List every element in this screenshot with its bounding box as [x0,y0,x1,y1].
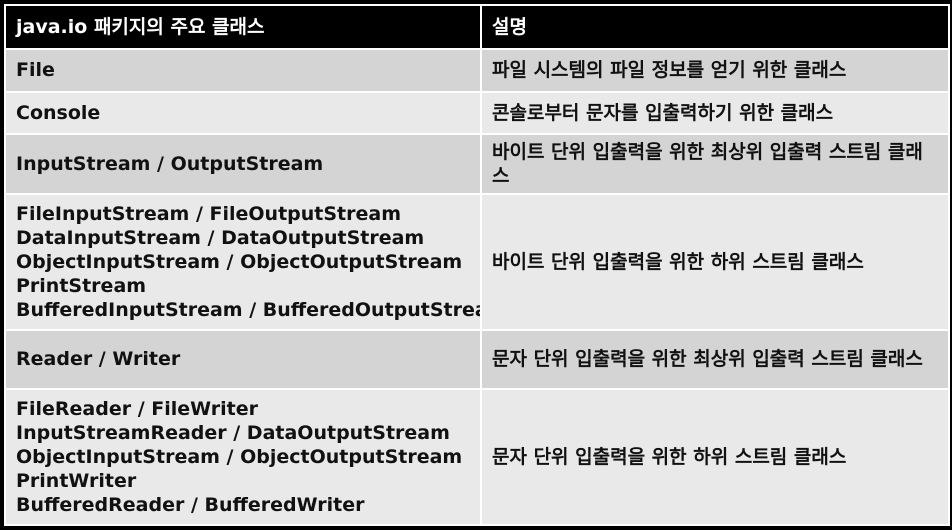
description-text: 문자 단위 입출력을 위한 하위 스트림 클래스 [492,446,847,469]
description-cell: 파일 시스템의 파일 정보를 얻기 위한 클래스 [480,48,950,93]
class-name: ObjectInputStream / ObjectOutputStream [16,446,463,469]
description-text: 바이트 단위 입출력을 위한 최상위 입출력 스트림 클래스 [492,140,923,187]
description-cell: 바이트 단위 입출력을 위한 하위 스트림 클래스 [480,192,950,331]
class-cell: InputStream / OutputStream [4,133,482,195]
table-header-row: java.io 패키지의 주요 클래스 설명 [4,4,950,50]
table-row: Console 콘솔로부터 문자를 입출력하기 위한 클래스 [4,90,950,136]
description-cell: 콘솔로부터 문자를 입출력하기 위한 클래스 [480,90,950,136]
class-name: File [16,59,55,82]
description-text: 문자 단위 입출력을 위한 최상위 입출력 스트림 클래스 [492,348,923,371]
header-classes: java.io 패키지의 주요 클래스 [4,4,482,50]
class-cell: FileInputStream / FileOutputStream DataI… [4,192,482,331]
class-name: Console [16,101,101,124]
description-text: 콘솔로부터 문자를 입출력하기 위한 클래스 [492,101,834,124]
java-io-class-table-frame: java.io 패키지의 주요 클래스 설명 File 파일 시스템의 파일 정… [0,0,952,530]
table-row: File 파일 시스템의 파일 정보를 얻기 위한 클래스 [4,48,950,93]
description-cell: 바이트 단위 입출력을 위한 최상위 입출력 스트림 클래스 [480,133,950,195]
class-cell: Reader / Writer [4,328,482,391]
class-name: FileReader / FileWriter [16,398,258,421]
class-name: ObjectInputStream / ObjectOutputStream [16,250,463,273]
description-text: 파일 시스템의 파일 정보를 얻기 위한 클래스 [492,59,847,82]
class-name: InputStream / OutputStream [16,152,324,175]
java-io-class-table: java.io 패키지의 주요 클래스 설명 File 파일 시스템의 파일 정… [4,4,950,526]
header-description: 설명 [480,4,950,50]
class-name: PrintStream [16,274,147,297]
description-cell: 문자 단위 입출력을 위한 하위 스트림 클래스 [480,388,950,526]
class-name: PrintWriter [16,470,137,493]
class-name: BufferedInputStream / BufferedOutputStre… [16,298,481,321]
table-row: Reader / Writer 문자 단위 입출력을 위한 최상위 입출력 스트… [4,328,950,391]
class-cell: File [4,48,482,93]
class-name: BufferedReader / BufferedWriter [16,494,365,517]
class-name: InputStreamReader / DataOutputStream [16,422,450,445]
table-row: FileReader / FileWriter InputStreamReade… [4,388,950,526]
class-name: Reader / Writer [16,348,181,371]
class-cell: Console [4,90,482,136]
table-row: FileInputStream / FileOutputStream DataI… [4,192,950,331]
table-row: InputStream / OutputStream 바이트 단위 입출력을 위… [4,133,950,195]
description-cell: 문자 단위 입출력을 위한 최상위 입출력 스트림 클래스 [480,328,950,391]
class-cell: FileReader / FileWriter InputStreamReade… [4,388,482,526]
class-name: DataInputStream / DataOutputStream [16,226,425,249]
description-text: 바이트 단위 입출력을 위한 하위 스트림 클래스 [492,250,864,273]
class-name: FileInputStream / FileOutputStream [16,202,402,225]
